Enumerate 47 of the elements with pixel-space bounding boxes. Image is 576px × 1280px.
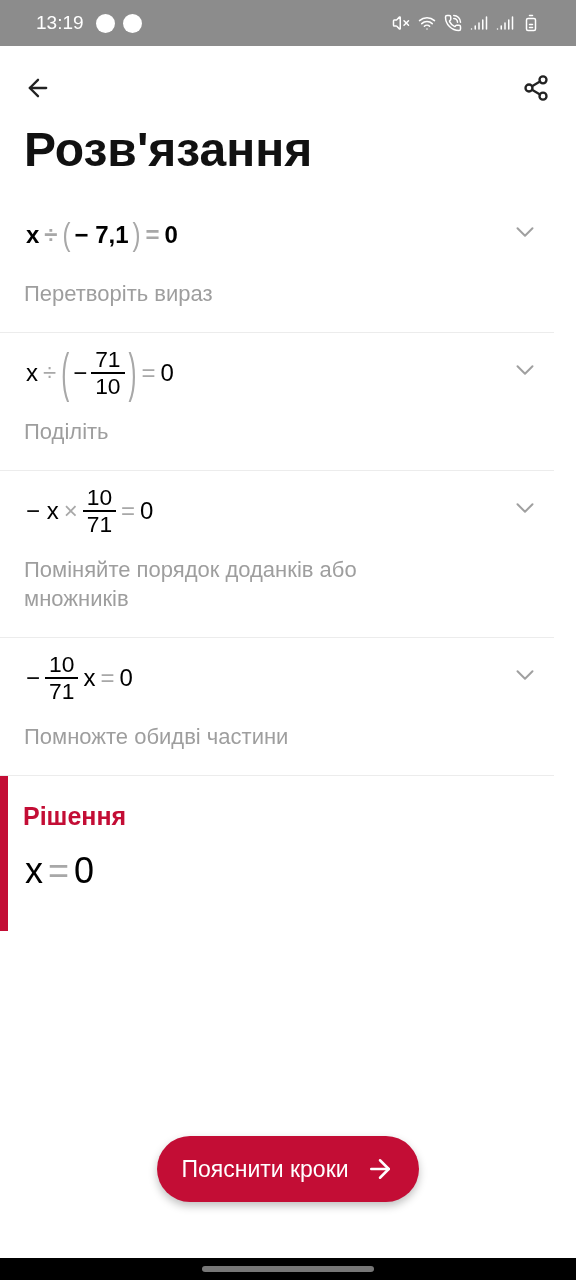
denominator: 10 [94, 374, 122, 400]
math-term: 0 [74, 850, 95, 893]
math-term: − [26, 664, 40, 693]
math-term: 0 [119, 664, 133, 693]
math-operator: = [145, 221, 160, 249]
numerator: 71 [91, 347, 125, 375]
page-title: Розв'язання [24, 122, 314, 177]
math-operator: ÷ [44, 221, 58, 249]
call-icon [444, 14, 462, 32]
parenthesis: ( [61, 342, 70, 404]
step-description: Помножте обидві частини [24, 723, 290, 752]
signal-icon [470, 14, 488, 32]
math-term: 0 [160, 359, 174, 388]
parenthesis: ( [62, 216, 71, 254]
math-term: 0 [140, 497, 154, 526]
status-time: 13:19 [36, 12, 84, 34]
parenthesis: ) [128, 342, 137, 404]
math-term: − 7,1 [74, 221, 129, 249]
explain-steps-button[interactable]: Пояснити кроки [157, 1136, 419, 1202]
math-term: − x [26, 497, 59, 526]
mute-icon [392, 14, 410, 32]
numerator: 10 [45, 652, 79, 680]
step-description: Поділіть [24, 418, 110, 447]
math-operator: = [48, 850, 70, 893]
math-term: − [73, 359, 88, 388]
signal-icon [496, 14, 514, 32]
math-operator: = [141, 359, 156, 388]
app-icon [95, 13, 115, 33]
share-button[interactable] [522, 74, 550, 102]
math-term: 0 [164, 221, 178, 249]
wifi-icon [418, 14, 436, 32]
math-term: x [25, 850, 43, 893]
denominator: 71 [48, 679, 76, 705]
step-description: Поміняйте порядок доданків або множників [24, 556, 358, 614]
app-icon [122, 13, 142, 33]
math-operator: = [100, 664, 115, 693]
math-term: x [26, 359, 38, 388]
parenthesis: ) [132, 216, 141, 254]
math-operator: ÷ [43, 359, 57, 388]
math-term: x [83, 664, 96, 693]
math-operator: × [63, 497, 78, 526]
solution-label: Рішення [23, 802, 128, 832]
math-term: x [26, 221, 40, 249]
math-operator: = [121, 497, 136, 526]
numerator: 10 [82, 485, 117, 513]
denominator: 71 [85, 512, 114, 538]
step-description: Перетворіть вираз [24, 280, 214, 308]
